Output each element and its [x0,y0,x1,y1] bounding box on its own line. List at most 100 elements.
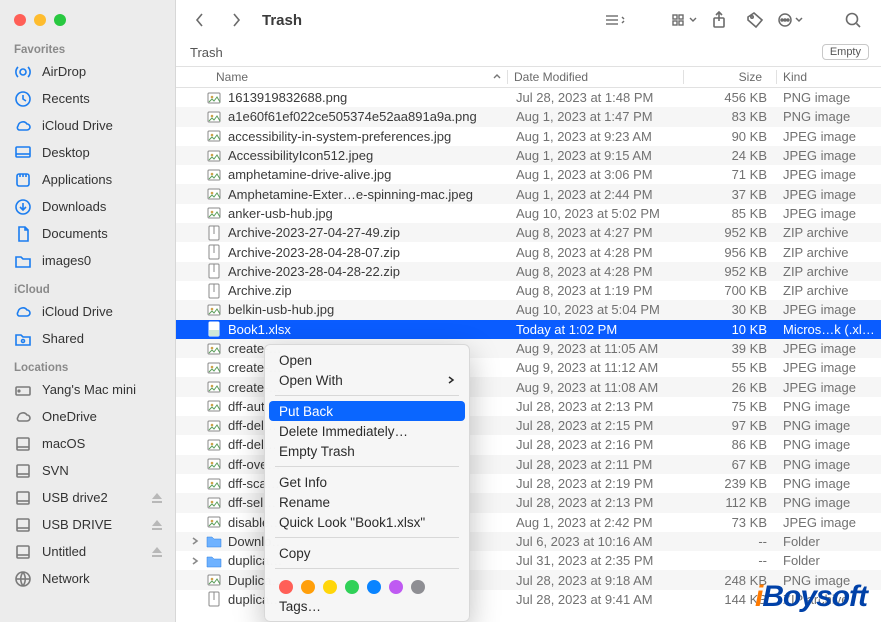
sidebar-item-shared[interactable]: Shared [0,325,175,352]
file-row[interactable]: a1e60f61ef022ce505374e52aa891a9a.png Aug… [176,107,881,126]
sidebar-item-downloads[interactable]: Downloads [0,193,175,220]
sidebar-item-network[interactable]: Network [0,565,175,592]
sidebar-item-usb-drive2[interactable]: USB drive2 [0,484,175,511]
sidebar-item-documents[interactable]: Documents [0,220,175,247]
file-size: 239 KB [685,476,777,491]
sidebar-item-icloud-drive[interactable]: iCloud Drive [0,112,175,139]
file-kind: PNG image [777,495,881,510]
sidebar-item-icloud-drive[interactable]: iCloud Drive [0,298,175,325]
file-date: Jul 28, 2023 at 9:41 AM [510,592,685,607]
menu-item-rename[interactable]: Rename [265,492,469,512]
eject-icon[interactable] [151,519,163,531]
file-row[interactable]: 1613919832688.png Jul 28, 2023 at 1:48 P… [176,88,881,107]
group-by-button[interactable] [671,12,697,28]
empty-trash-button[interactable]: Empty [822,44,869,60]
file-type-icon [206,456,222,472]
tag-color-dot[interactable] [389,580,403,594]
file-kind: JPEG image [777,187,881,202]
file-row[interactable]: Archive-2023-28-04-28-07.zip Aug 8, 2023… [176,242,881,261]
sidebar-item-applications[interactable]: Applications [0,166,175,193]
menu-item-copy[interactable]: Copy [265,543,469,563]
header-date[interactable]: Date Modified [508,70,683,84]
sidebar-item-label: Applications [42,170,163,189]
sidebar-item-usb-drive[interactable]: USB DRIVE [0,511,175,538]
sidebar-item-recents[interactable]: Recents [0,85,175,112]
eject-icon[interactable] [151,492,163,504]
usb-icon [14,489,32,507]
tag-color-dot[interactable] [323,580,337,594]
disclosure-triangle-icon [190,266,200,276]
file-name: belkin-usb-hub.jpg [228,302,334,317]
file-kind: JPEG image [777,167,881,182]
menu-item-quick-look-book1-xlsx[interactable]: Quick Look "Book1.xlsx" [265,512,469,532]
file-row[interactable]: belkin-usb-hub.jpg Aug 10, 2023 at 5:04 … [176,300,881,319]
search-button[interactable] [839,6,867,34]
file-row[interactable]: accessibility-in-system-preferences.jpg … [176,127,881,146]
sidebar-item-images0[interactable]: images0 [0,247,175,274]
forward-button[interactable] [222,6,250,34]
tag-color-dot[interactable] [367,580,381,594]
tag-color-dot[interactable] [301,580,315,594]
file-size: 37 KB [685,187,777,202]
disclosure-triangle-icon[interactable] [190,536,200,546]
machine-icon [14,381,32,399]
file-size: 24 KB [685,148,777,163]
file-row[interactable]: Archive-2023-27-04-27-49.zip Aug 8, 2023… [176,223,881,242]
column-headers: Name Date Modified Size Kind [176,66,881,88]
file-type-icon [206,379,222,395]
file-name-cell: AccessibilityIcon512.jpeg [176,148,510,164]
menu-item-tags[interactable]: Tags… [265,596,469,616]
file-kind: PNG image [777,90,881,105]
menu-item-label: Delete Immediately… [279,424,408,439]
close-window-button[interactable] [14,14,26,26]
disclosure-triangle-icon [190,421,200,431]
menu-item-label: Tags… [279,599,321,614]
file-row[interactable]: amphetamine-drive-alive.jpg Aug 1, 2023 … [176,165,881,184]
sidebar-item-untitled[interactable]: Untitled [0,538,175,565]
sidebar-item-svn[interactable]: SVN [0,457,175,484]
sidebar-item-desktop[interactable]: Desktop [0,139,175,166]
menu-item-delete-immediately[interactable]: Delete Immediately… [265,421,469,441]
disclosure-triangle-icon[interactable] [190,556,200,566]
tag-color-dot[interactable] [279,580,293,594]
file-row[interactable]: Book1.xlsx Today at 1:02 PM 10 KB Micros… [176,320,881,339]
view-mode-button[interactable] [603,12,625,28]
zoom-window-button[interactable] [54,14,66,26]
tag-color-dot[interactable] [411,580,425,594]
path-crumb[interactable]: Trash [190,45,231,60]
file-name: 1613919832688.png [228,90,347,105]
disclosure-triangle-icon [190,170,200,180]
sidebar-item-yang-s-mac-mini[interactable]: Yang's Mac mini [0,376,175,403]
file-date: Jul 28, 2023 at 2:19 PM [510,476,685,491]
menu-item-open-with[interactable]: Open With [265,370,469,390]
file-size: 97 KB [685,418,777,433]
file-row[interactable]: anker-usb-hub.jpg Aug 10, 2023 at 5:02 P… [176,204,881,223]
file-type-icon [206,244,222,260]
menu-item-put-back[interactable]: Put Back [269,401,465,421]
menu-separator [275,395,459,396]
header-name[interactable]: Name [176,70,507,84]
header-size[interactable]: Size [684,70,776,84]
file-row[interactable]: Amphetamine-Exter…e-spinning-mac.jpeg Au… [176,184,881,203]
action-menu-button[interactable] [777,11,803,29]
tag-color-dot[interactable] [345,580,359,594]
file-kind: ZIP archive [777,264,881,279]
file-type-icon [206,591,222,607]
file-row[interactable]: Archive.zip Aug 8, 2023 at 1:19 PM 700 K… [176,281,881,300]
back-button[interactable] [186,6,214,34]
share-button[interactable] [705,6,733,34]
menu-item-get-info[interactable]: Get Info [265,472,469,492]
tags-button[interactable] [741,6,769,34]
sidebar-item-macos[interactable]: macOS [0,430,175,457]
eject-icon[interactable] [151,546,163,558]
sidebar-item-airdrop[interactable]: AirDrop [0,58,175,85]
menu-item-empty-trash[interactable]: Empty Trash [265,441,469,461]
header-kind[interactable]: Kind [777,70,881,84]
sidebar-item-onedrive[interactable]: OneDrive [0,403,175,430]
file-kind: PNG image [777,437,881,452]
file-row[interactable]: AccessibilityIcon512.jpeg Aug 1, 2023 at… [176,146,881,165]
sidebar-item-label: iCloud Drive [42,116,163,135]
minimize-window-button[interactable] [34,14,46,26]
menu-item-open[interactable]: Open [265,350,469,370]
file-row[interactable]: Archive-2023-28-04-28-22.zip Aug 8, 2023… [176,262,881,281]
